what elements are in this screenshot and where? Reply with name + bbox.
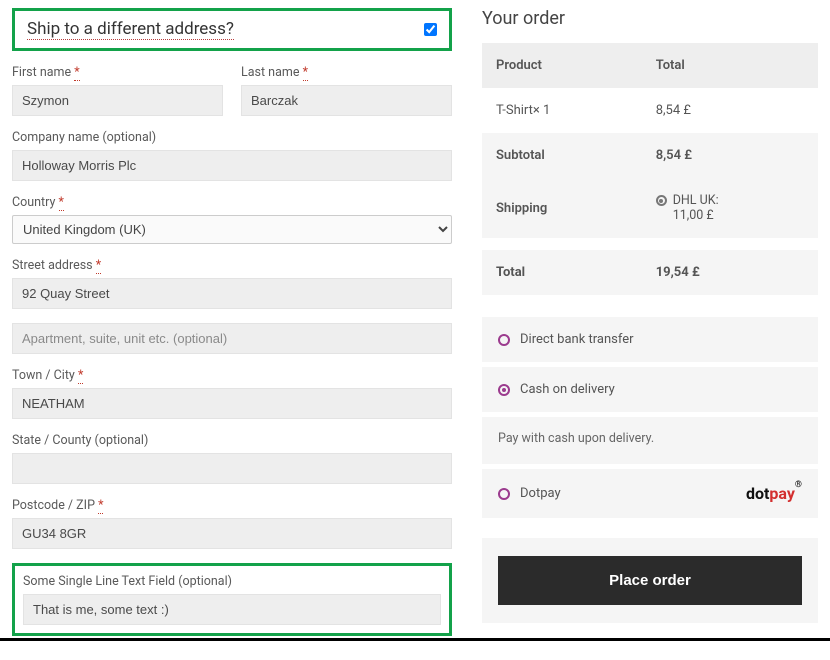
street2-input[interactable] — [12, 323, 452, 354]
payment-option-dotpay[interactable]: Dotpay dotpay® — [482, 469, 818, 518]
order-item-name: T-Shirt× 1 — [482, 88, 642, 133]
total-label: Total — [482, 250, 642, 295]
ship-different-label: Ship to a different address? — [27, 19, 234, 40]
shipping-option[interactable]: DHL UK:11,00 £ — [642, 178, 818, 238]
custom-field-input[interactable] — [23, 594, 441, 625]
shipping-label: Shipping — [482, 178, 642, 238]
dotpay-logo-icon: dotpay® — [746, 484, 802, 503]
payment-label: Cash on delivery — [520, 382, 615, 397]
radio-icon — [498, 334, 510, 346]
col-total: Total — [642, 43, 818, 88]
last-name-label: Last name * — [241, 65, 452, 80]
postcode-label: Postcode / ZIP * — [12, 498, 452, 513]
place-order-button[interactable]: Place order — [498, 556, 802, 605]
last-name-input[interactable] — [241, 85, 452, 116]
payment-label: Direct bank transfer — [520, 332, 634, 347]
country-select[interactable]: United Kingdom (UK) — [12, 215, 452, 244]
shipping-radio-icon — [656, 195, 667, 206]
state-input[interactable] — [12, 453, 452, 484]
payment-cod-description: Pay with cash upon delivery. — [482, 417, 818, 469]
payment-label: Dotpay — [520, 486, 561, 501]
payment-option-bacs[interactable]: Direct bank transfer — [482, 317, 818, 367]
col-product: Product — [482, 43, 642, 88]
subtotal-label: Subtotal — [482, 133, 642, 178]
ship-different-heading[interactable]: Ship to a different address? — [12, 8, 452, 51]
country-label: Country * — [12, 195, 452, 210]
ship-different-checkbox[interactable] — [424, 23, 437, 36]
payment-option-cod[interactable]: Cash on delivery — [482, 367, 818, 417]
state-label: State / County (optional) — [12, 433, 452, 448]
total-value: 19,54 £ — [642, 250, 818, 295]
company-input[interactable] — [12, 150, 452, 181]
first-name-label: First name * — [12, 65, 223, 80]
order-summary-table: Product Total T-Shirt× 1 8,54 £ Subtotal… — [482, 43, 818, 295]
order-item-total: 8,54 £ — [642, 88, 818, 133]
postcode-input[interactable] — [12, 518, 452, 549]
company-label: Company name (optional) — [12, 130, 452, 145]
radio-icon — [498, 488, 510, 500]
city-label: Town / City * — [12, 368, 452, 383]
radio-icon — [498, 384, 510, 396]
your-order-heading: Your order — [482, 8, 818, 29]
custom-field-highlight: Some Single Line Text Field (optional) — [12, 563, 452, 636]
payment-methods: Direct bank transfer Cash on delivery Pa… — [482, 317, 818, 518]
street-label: Street address * — [12, 258, 452, 273]
street1-input[interactable] — [12, 278, 452, 309]
subtotal-value: 8,54 £ — [642, 133, 818, 178]
order-item-row: T-Shirt× 1 8,54 £ — [482, 88, 818, 133]
first-name-input[interactable] — [12, 85, 223, 116]
custom-field-label: Some Single Line Text Field (optional) — [23, 574, 441, 589]
city-input[interactable] — [12, 388, 452, 419]
